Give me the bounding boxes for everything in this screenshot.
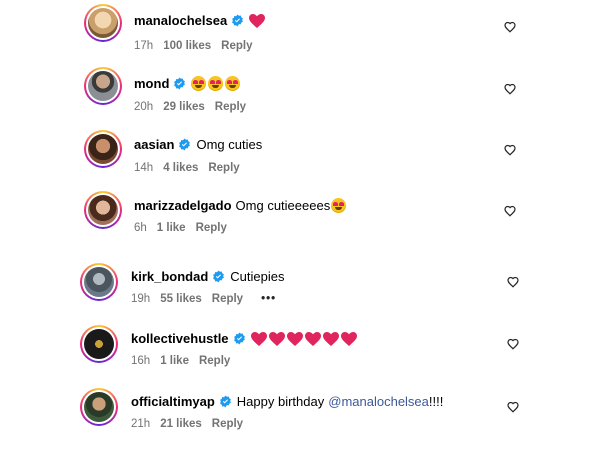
heart-outline-icon[interactable] xyxy=(507,338,519,350)
comment-item: aasian Omg cuties 14h 4 likes Reply xyxy=(0,124,600,180)
comment-text: Happy birthday xyxy=(236,394,325,409)
comment-item: mond 20h 29 likes Reply xyxy=(0,62,600,118)
comment-item: manalochelsea 17h 100 likes Reply xyxy=(0,0,600,56)
comment-item: marizzadelgado Omg cutieeeees 6h 1 like … xyxy=(0,185,600,241)
verified-badge-icon xyxy=(173,77,186,90)
heart-outline-icon[interactable] xyxy=(507,276,519,288)
red-heart-emoji xyxy=(340,331,357,346)
reply-button[interactable]: Reply xyxy=(212,293,243,305)
avatar[interactable] xyxy=(80,263,118,301)
reply-button[interactable]: Reply xyxy=(196,222,227,234)
verified-badge-icon xyxy=(219,395,232,408)
comment-username[interactable]: marizzadelgado xyxy=(134,198,232,213)
verified-badge-icon xyxy=(212,270,225,283)
comment-time: 21h xyxy=(131,418,151,430)
red-heart-emoji xyxy=(304,331,321,346)
comment-text-suffix: !!!! xyxy=(428,394,444,409)
comment-username[interactable]: officialtimyap xyxy=(131,394,215,409)
more-options-icon[interactable]: ••• xyxy=(261,293,276,305)
comment-username[interactable]: kollectivehustle xyxy=(131,331,229,346)
comment-likes[interactable]: 1 like xyxy=(157,222,186,234)
comment-likes[interactable]: 55 likes xyxy=(160,293,202,305)
red-heart-emoji xyxy=(249,13,266,28)
comment-likes[interactable]: 4 likes xyxy=(163,162,198,174)
comment-time: 6h xyxy=(134,222,147,234)
reply-button[interactable]: Reply xyxy=(199,355,230,367)
comment-time: 19h xyxy=(131,293,151,305)
red-heart-emoji xyxy=(286,331,303,346)
comment-time: 14h xyxy=(134,162,154,174)
comment-likes[interactable]: 100 likes xyxy=(163,40,211,52)
heart-outline-icon[interactable] xyxy=(504,21,516,33)
comment-likes[interactable]: 29 likes xyxy=(163,101,205,113)
heart-eyes-emoji xyxy=(191,76,207,91)
red-heart-emoji xyxy=(322,331,339,346)
heart-outline-icon[interactable] xyxy=(504,144,516,156)
comment-text: Omg cutieeeees xyxy=(235,198,331,213)
avatar[interactable] xyxy=(84,4,122,42)
comment-username[interactable]: aasian xyxy=(134,137,174,152)
heart-eyes-emoji xyxy=(331,198,347,213)
avatar[interactable] xyxy=(80,325,118,363)
heart-outline-icon[interactable] xyxy=(504,205,516,217)
comment-likes[interactable]: 1 like xyxy=(160,355,189,367)
red-heart-emoji xyxy=(268,331,285,346)
reply-button[interactable]: Reply xyxy=(215,101,246,113)
reply-button[interactable]: Reply xyxy=(212,418,243,430)
comment-time: 16h xyxy=(131,355,151,367)
avatar[interactable] xyxy=(84,191,122,229)
comment-item: kollectivehustle 16h 1 like Reply xyxy=(0,320,600,376)
reply-button[interactable]: Reply xyxy=(221,40,252,52)
avatar[interactable] xyxy=(80,388,118,426)
heart-eyes-emoji xyxy=(208,76,224,91)
heart-outline-icon[interactable] xyxy=(507,401,519,413)
heart-eyes-emoji xyxy=(225,76,241,91)
comment-username[interactable]: kirk_bondad xyxy=(131,269,208,284)
verified-badge-icon xyxy=(231,14,244,27)
comment-likes[interactable]: 21 likes xyxy=(160,418,202,430)
avatar[interactable] xyxy=(84,67,122,105)
red-heart-emoji xyxy=(250,331,267,346)
comment-time: 20h xyxy=(134,101,154,113)
comment-item: officialtimyap Happy birthday @manaloche… xyxy=(0,382,600,438)
reply-button[interactable]: Reply xyxy=(208,162,239,174)
comment-username[interactable]: manalochelsea xyxy=(134,13,227,28)
verified-badge-icon xyxy=(178,138,191,151)
comment-time: 17h xyxy=(134,40,154,52)
comment-text: Cutiepies xyxy=(230,269,285,284)
verified-badge-icon xyxy=(233,332,246,345)
heart-outline-icon[interactable] xyxy=(504,83,516,95)
comment-text: Omg cuties xyxy=(196,137,263,152)
comment-username[interactable]: mond xyxy=(134,76,169,91)
comment-item: kirk_bondad Cutiepies 19h 55 likes Reply… xyxy=(0,258,600,314)
avatar[interactable] xyxy=(84,130,122,168)
mention-link[interactable]: @manalochelsea xyxy=(328,394,429,409)
